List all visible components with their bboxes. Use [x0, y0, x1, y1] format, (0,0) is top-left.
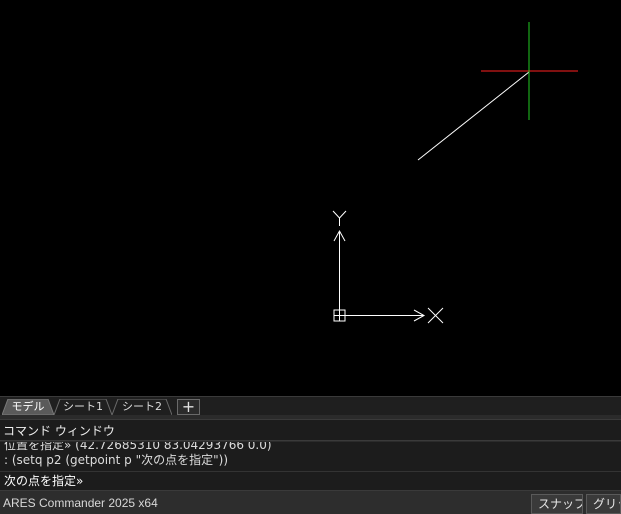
history-line: : (setq p2 (getpoint p "次の点を指定")) — [4, 453, 229, 467]
tab-model-label: モデル — [11, 400, 45, 413]
ucs-x-label — [427, 307, 444, 324]
snap-button[interactable]: スナップ — [531, 494, 583, 514]
drawing-svg — [332, 22, 578, 324]
tab-sheet1[interactable]: シート1 — [54, 399, 112, 415]
ucs-y-label — [332, 210, 347, 226]
tab-model[interactable]: モデル — [2, 399, 54, 415]
tab-sheet2-label: シート2 — [122, 400, 162, 413]
add-tab-button[interactable]: + — [177, 399, 200, 415]
crosshair-cursor — [481, 22, 578, 120]
rubber-band-line — [417, 71, 530, 161]
ucs-icon — [332, 210, 444, 324]
command-window-title: コマンド ウィンドウ — [0, 419, 621, 441]
tab-sheet2[interactable]: シート2 — [112, 399, 172, 415]
command-window: コマンド ウィンドウ 位置を指定» (42.72685310 83.042937… — [0, 415, 621, 490]
status-bar: ARES Commander 2025 x64 スナップ グリッド — [0, 490, 621, 514]
app-title: ARES Commander 2025 x64 — [3, 496, 158, 510]
layout-tab-bar: モデル シート1 シート2 + — [0, 396, 621, 416]
command-input[interactable]: 次の点を指定» — [0, 471, 621, 490]
tab-sheet1-label: シート1 — [63, 400, 103, 413]
grid-button[interactable]: グリッド — [586, 494, 621, 514]
drawing-canvas[interactable] — [0, 0, 621, 396]
